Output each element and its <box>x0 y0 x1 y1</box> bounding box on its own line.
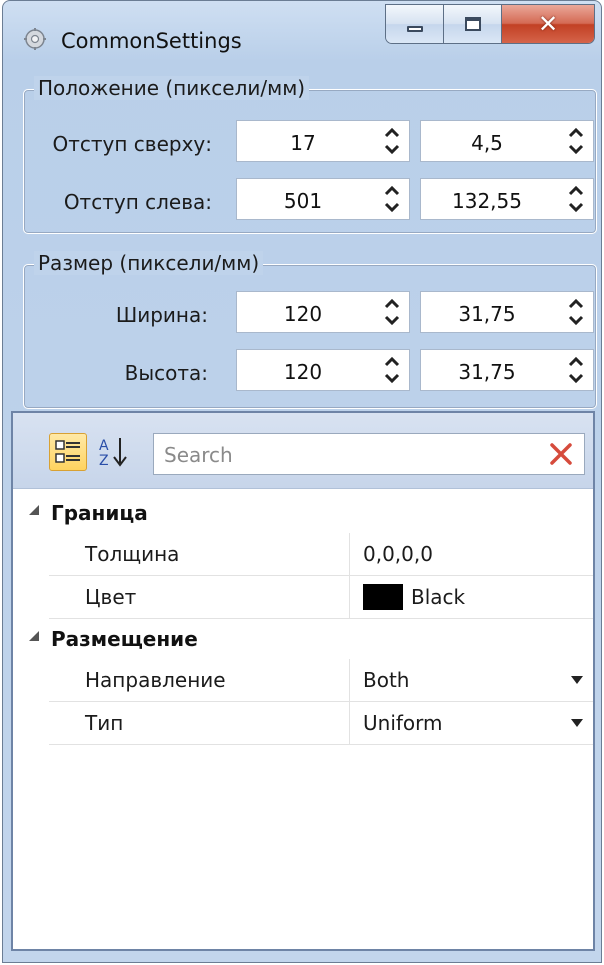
property-value-dropdown[interactable]: Uniform <box>351 702 593 745</box>
search-placeholder: Search <box>164 443 233 467</box>
property-grid: A Z Search Граница Толщина 0,0,0,0 Цвет … <box>11 411 595 951</box>
offset-top-px-spinner[interactable]: 17 <box>236 120 410 162</box>
categorized-icon <box>55 440 80 463</box>
property-row-direction[interactable]: Направление Both <box>13 659 593 702</box>
maximize-icon <box>464 17 481 31</box>
height-px-spinner[interactable]: 120 <box>236 349 410 391</box>
offset-left-label: Отступ слева: <box>63 190 212 214</box>
dropdown-arrow-icon[interactable] <box>571 676 583 684</box>
sort-az-icon: A Z <box>99 438 127 469</box>
alphabetical-sort-button[interactable]: A Z <box>95 433 135 471</box>
offset-top-mm-spinner[interactable]: 4,5 <box>420 120 594 162</box>
size-group: Размер (пиксели/мм) Ширина: 120 31,75 Вы… <box>23 251 597 409</box>
property-name: Направление <box>49 659 350 702</box>
width-mm-value: 31,75 <box>458 302 516 326</box>
width-px-spinner[interactable]: 120 <box>236 291 410 333</box>
dropdown-arrow-icon[interactable] <box>571 719 583 727</box>
offset-left-px-value: 501 <box>283 189 323 213</box>
spin-arrows-icon[interactable] <box>379 352 405 388</box>
property-search-field[interactable]: Search <box>153 433 585 475</box>
offset-top-mm-value: 4,5 <box>471 131 503 155</box>
property-row-color[interactable]: Цвет Black <box>13 576 593 619</box>
clear-search-icon[interactable] <box>546 439 576 469</box>
color-value: Black <box>411 585 466 609</box>
spin-arrows-icon[interactable] <box>563 181 589 217</box>
minimize-button[interactable] <box>386 5 444 43</box>
property-value-dropdown[interactable]: Both <box>351 659 593 702</box>
spin-arrows-icon[interactable] <box>563 294 589 330</box>
spin-arrows-icon[interactable] <box>379 181 405 217</box>
svg-text:Z: Z <box>99 453 109 469</box>
property-row-type[interactable]: Тип Uniform <box>13 702 593 745</box>
property-name: Цвет <box>49 576 350 619</box>
window-title: CommonSettings <box>61 29 242 53</box>
category-label: Размещение <box>51 627 198 651</box>
offset-left-mm-value: 132,55 <box>452 189 522 213</box>
category-label: Граница <box>51 501 148 525</box>
property-value-color[interactable]: Black <box>351 576 593 619</box>
size-group-legend: Размер (пиксели/мм) <box>34 251 264 275</box>
settings-app-icon <box>24 28 46 50</box>
collapse-triangle-icon[interactable] <box>27 629 41 643</box>
spin-arrows-icon[interactable] <box>563 123 589 159</box>
offset-left-px-spinner[interactable]: 501 <box>236 178 410 220</box>
close-icon: ✕ <box>537 10 559 38</box>
collapse-triangle-icon[interactable] <box>27 503 41 517</box>
position-group-legend: Положение (пиксели/мм) <box>34 76 310 100</box>
position-group: Положение (пиксели/мм) Отступ сверху: 17… <box>23 76 597 234</box>
property-name: Толщина <box>49 533 350 576</box>
minimize-icon <box>406 26 423 32</box>
offset-top-px-value: 17 <box>290 131 316 155</box>
property-row-thickness[interactable]: Толщина 0,0,0,0 <box>13 533 593 576</box>
width-px-value: 120 <box>283 302 323 326</box>
width-label: Ширина: <box>115 303 208 327</box>
property-grid-rows: Граница Толщина 0,0,0,0 Цвет Black Разме… <box>13 493 593 745</box>
maximize-button[interactable] <box>444 5 502 43</box>
property-grid-toolbar: A Z Search <box>13 413 593 489</box>
caption-buttons: ✕ <box>385 4 595 44</box>
color-swatch <box>363 584 403 610</box>
height-mm-value: 31,75 <box>458 360 516 384</box>
category-row-border[interactable]: Граница <box>13 493 593 533</box>
spin-arrows-icon[interactable] <box>563 352 589 388</box>
common-settings-window: CommonSettings ✕ Положение (пиксели/мм) … <box>2 0 602 963</box>
categorized-view-button[interactable] <box>49 433 87 471</box>
property-name: Тип <box>49 702 350 745</box>
width-mm-spinner[interactable]: 31,75 <box>420 291 594 333</box>
spin-arrows-icon[interactable] <box>379 123 405 159</box>
offset-top-label: Отступ сверху: <box>52 132 212 156</box>
height-px-value: 120 <box>283 360 323 384</box>
dropdown-value: Uniform <box>363 711 443 735</box>
spin-arrows-icon[interactable] <box>379 294 405 330</box>
title-bar[interactable]: CommonSettings ✕ <box>3 1 601 63</box>
height-mm-spinner[interactable]: 31,75 <box>420 349 594 391</box>
offset-left-mm-spinner[interactable]: 132,55 <box>420 178 594 220</box>
close-button[interactable]: ✕ <box>502 5 594 43</box>
svg-text:A: A <box>99 438 109 454</box>
category-row-placement[interactable]: Размещение <box>13 619 593 659</box>
height-label: Высота: <box>124 361 208 385</box>
property-value[interactable]: 0,0,0,0 <box>351 533 593 576</box>
dropdown-value: Both <box>363 668 410 692</box>
